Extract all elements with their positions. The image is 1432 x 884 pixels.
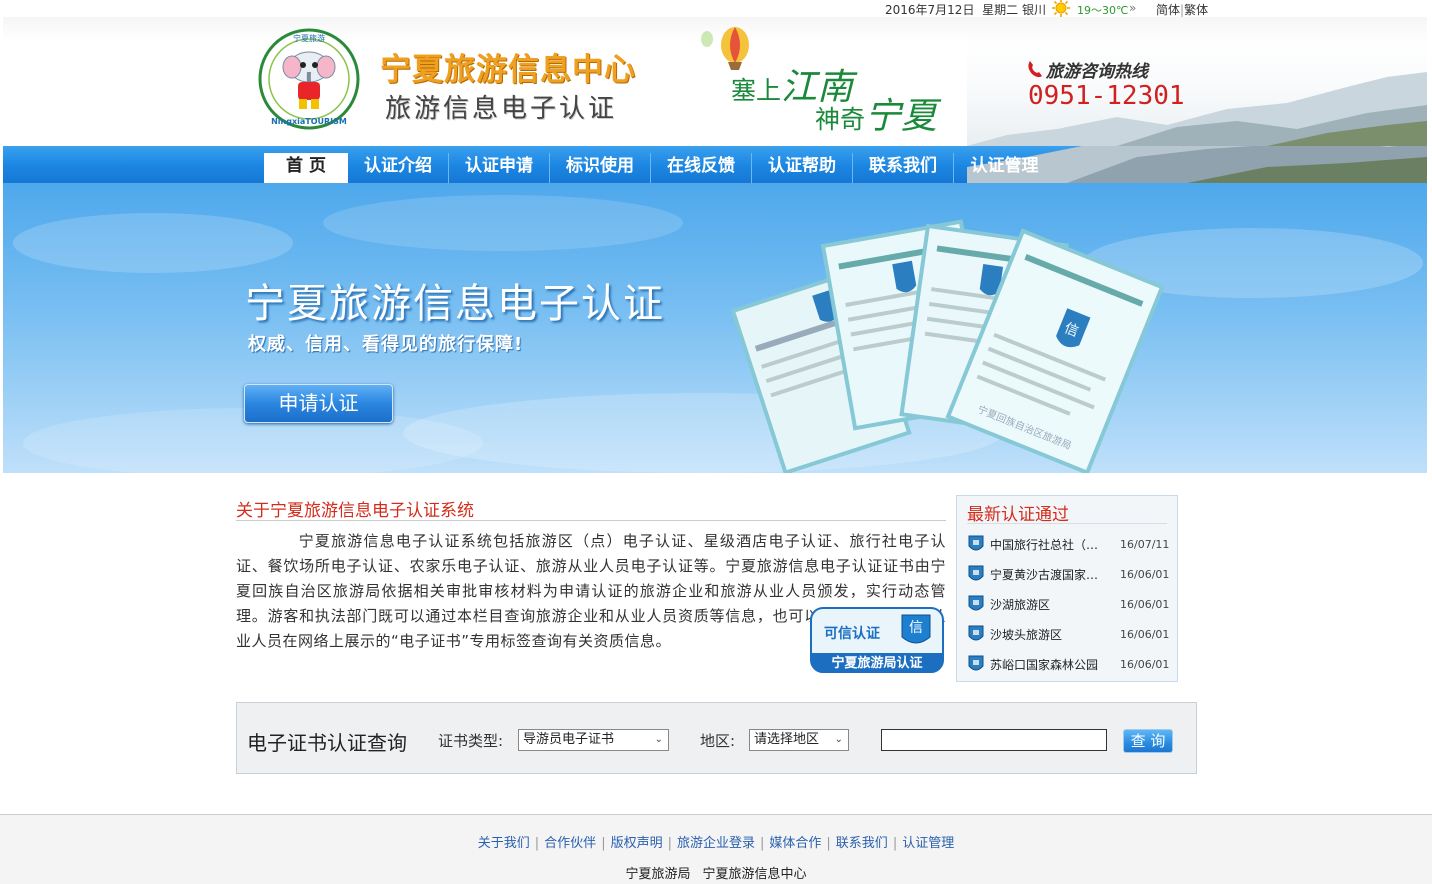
list-item-name: 苏峪口国家森林公园 — [990, 657, 1099, 672]
list-item-date: 16/06/01 — [1120, 627, 1170, 641]
nav-item-apply[interactable]: 认证申请 — [449, 153, 550, 183]
certificate-type-label: 证书类型: — [438, 732, 504, 750]
apply-certification-button[interactable]: 申请认证 — [244, 384, 393, 423]
list-item-name: 沙湖旅游区 — [990, 597, 1051, 612]
list-item-date: 16/07/11 — [1120, 537, 1170, 551]
chevron-down-icon: ⌄ — [834, 734, 843, 745]
chevron-down-icon: ⌄ — [654, 734, 663, 745]
region-select[interactable]: 请选择地区 ⌄ — [749, 729, 849, 751]
about-title: 关于宁夏旅游信息电子认证系统 — [236, 496, 946, 521]
list-item-name: 沙坡头旅游区 — [990, 627, 1063, 642]
nav-item-home[interactable]: 首 页 — [264, 153, 348, 183]
svg-text:可信认证: 可信认证 — [824, 625, 880, 642]
nav-item-feedback[interactable]: 在线反馈 — [651, 153, 752, 183]
shield-icon — [968, 595, 984, 611]
nav-item-logo-usage[interactable]: 标识使用 — [550, 153, 651, 183]
footer-links: 关于我们 | 合作伙伴 | 版权声明 | 旅游企业登录 | 媒体合作 | 联系我们 | 认证管理 — [0, 832, 1432, 851]
svg-text:信: 信 — [909, 620, 923, 636]
date-text: 2016年7月12日 星期二 — [885, 3, 1019, 17]
list-item-name: 宁夏黄沙古渡国家沙漠公园 — [990, 567, 1108, 582]
banner-title: 宁夏旅游信息电子认证 — [245, 281, 665, 327]
main-navigation: 首 页 认证介绍 认证申请 标识使用 在线反馈 认证帮助 联系我们 认证管理 — [3, 146, 1427, 183]
top-info-bar: 2016年7月12日 星期二 银川 19～30℃ » 简体|繁体 — [0, 0, 1432, 17]
certificate-query-panel: 电子证书认证查询 证书类型: 导游员电子证书 ⌄ 地区: 请选择地区 ⌄ 查 询 — [236, 702, 1197, 774]
footer-link-media[interactable]: 媒体合作 — [764, 836, 826, 851]
query-button[interactable]: 查 询 — [1123, 729, 1173, 753]
latest-certified-panel: 最新认证通过 中国旅行社总社（宁夏） 16/07/11 宁夏黄沙古渡国家沙漠公园… — [956, 495, 1178, 682]
list-item[interactable]: 宁夏黄沙古渡国家沙漠公园 16/06/01 — [967, 559, 1172, 589]
latest-list: 中国旅行社总社（宁夏） 16/07/11 宁夏黄沙古渡国家沙漠公园 16/06/… — [967, 529, 1172, 679]
site-footer: 关于我们 | 合作伙伴 | 版权声明 | 旅游企业登录 | 媒体合作 | 联系我们 | 认证管理 宁夏旅… — [0, 814, 1432, 884]
certificate-type-value: 导游员电子证书 — [523, 732, 615, 747]
cloud-background — [13, 195, 1423, 473]
svg-text:宁夏旅游: 宁夏旅游 — [293, 33, 325, 43]
list-item[interactable]: 中国旅行社总社（宁夏） 16/07/11 — [967, 529, 1172, 559]
site-subtitle: 旅游信息电子认证 — [385, 94, 618, 124]
certificates-image: 信 宁夏回族自治区旅游局 — [730, 219, 1165, 473]
latest-title: 最新认证通过 — [967, 505, 1069, 525]
nav-item-contact[interactable]: 联系我们 — [853, 153, 954, 183]
list-item-date: 16/06/01 — [1120, 597, 1170, 611]
nav-item-management[interactable]: 认证管理 — [954, 153, 1055, 183]
footer-link-enterprise-login[interactable]: 旅游企业登录 — [672, 836, 760, 851]
nav-item-help[interactable]: 认证帮助 — [752, 153, 853, 183]
nav-item-intro[interactable]: 认证介绍 — [348, 153, 449, 183]
list-item[interactable]: 沙湖旅游区 16/06/01 — [967, 589, 1172, 619]
region-label: 地区: — [700, 732, 736, 750]
shield-icon — [968, 655, 984, 671]
query-input[interactable] — [881, 729, 1107, 751]
shield-badge-icon: 可信认证 信 宁夏旅游局认证 — [810, 607, 944, 673]
hotline-label: 旅游咨询热线 — [1046, 62, 1148, 82]
shield-icon — [968, 565, 984, 581]
page: 2016年7月12日 星期二 银川 19～30℃ » 简体|繁体 宁夏旅游 Ni… — [0, 0, 1432, 884]
shield-icon — [968, 625, 984, 641]
list-item-date: 16/06/01 — [1120, 567, 1170, 581]
query-title: 电子证书认证查询 — [247, 731, 407, 755]
region-value: 请选择地区 — [754, 732, 820, 747]
footer-link-about[interactable]: 关于我们 — [473, 836, 535, 851]
footer-organizations: 宁夏旅游局 宁夏旅游信息中心 — [0, 863, 1432, 882]
temperature-text: 19～30℃ — [1077, 4, 1129, 17]
ningxia-tourism-logo: 宁夏旅游 NingxiaTOURISM — [258, 28, 360, 130]
sun-icon — [1052, 0, 1070, 17]
slogan-line-2: 神奇宁夏 — [815, 96, 938, 137]
lang-traditional-link[interactable]: 繁体 — [1184, 3, 1208, 17]
language-switch: 简体|繁体 — [1156, 1, 1208, 18]
list-item[interactable]: 苏峪口国家森林公园 16/06/01 — [967, 649, 1172, 679]
city-text: 银川 — [1022, 3, 1047, 17]
svg-text:NingxiaTOURISM: NingxiaTOURISM — [271, 117, 347, 126]
svg-text:宁夏旅游局认证: 宁夏旅游局认证 — [831, 655, 922, 671]
more-arrow-icon[interactable]: » — [1129, 1, 1136, 15]
footer-link-partners[interactable]: 合作伙伴 — [539, 836, 601, 851]
shield-icon — [968, 535, 984, 551]
hero-banner: 宁夏旅游信息电子认证 权威、信用、看得见的旅行保障! 申请认证 信 宁夏回族自治… — [3, 183, 1427, 473]
footer-link-copyright[interactable]: 版权声明 — [606, 836, 668, 851]
site-title: 宁夏旅游信息中心 — [380, 52, 636, 88]
lang-simplified-link[interactable]: 简体 — [1156, 3, 1180, 17]
nav-list: 首 页 认证介绍 认证申请 标识使用 在线反馈 认证帮助 联系我们 认证管理 — [264, 153, 1055, 183]
certificate-type-select[interactable]: 导游员电子证书 ⌄ — [518, 729, 669, 751]
hotline-number: 0951-12301 — [1028, 81, 1185, 111]
footer-separator: | — [601, 836, 606, 851]
footer-link-management[interactable]: 认证管理 — [897, 836, 959, 851]
footer-org-info-center: 宁夏旅游信息中心 — [702, 867, 807, 882]
trusted-certification-badge[interactable]: 可信认证 信 宁夏旅游局认证 — [810, 607, 944, 673]
list-item-date: 16/06/01 — [1120, 657, 1170, 671]
banner-subtitle: 权威、信用、看得见的旅行保障! — [248, 334, 524, 355]
site-header: 宁夏旅游 NingxiaTOURISM 宁夏旅游信息中心 旅游信息电子认证 塞上… — [3, 17, 1427, 146]
list-item[interactable]: 沙坡头旅游区 16/06/01 — [967, 619, 1172, 649]
footer-link-contact[interactable]: 联系我们 — [831, 836, 893, 851]
list-item-name: 中国旅行社总社（宁夏） — [990, 537, 1108, 552]
latest-divider — [967, 523, 1167, 524]
footer-org-tourism-bureau: 宁夏旅游局 — [625, 867, 691, 882]
